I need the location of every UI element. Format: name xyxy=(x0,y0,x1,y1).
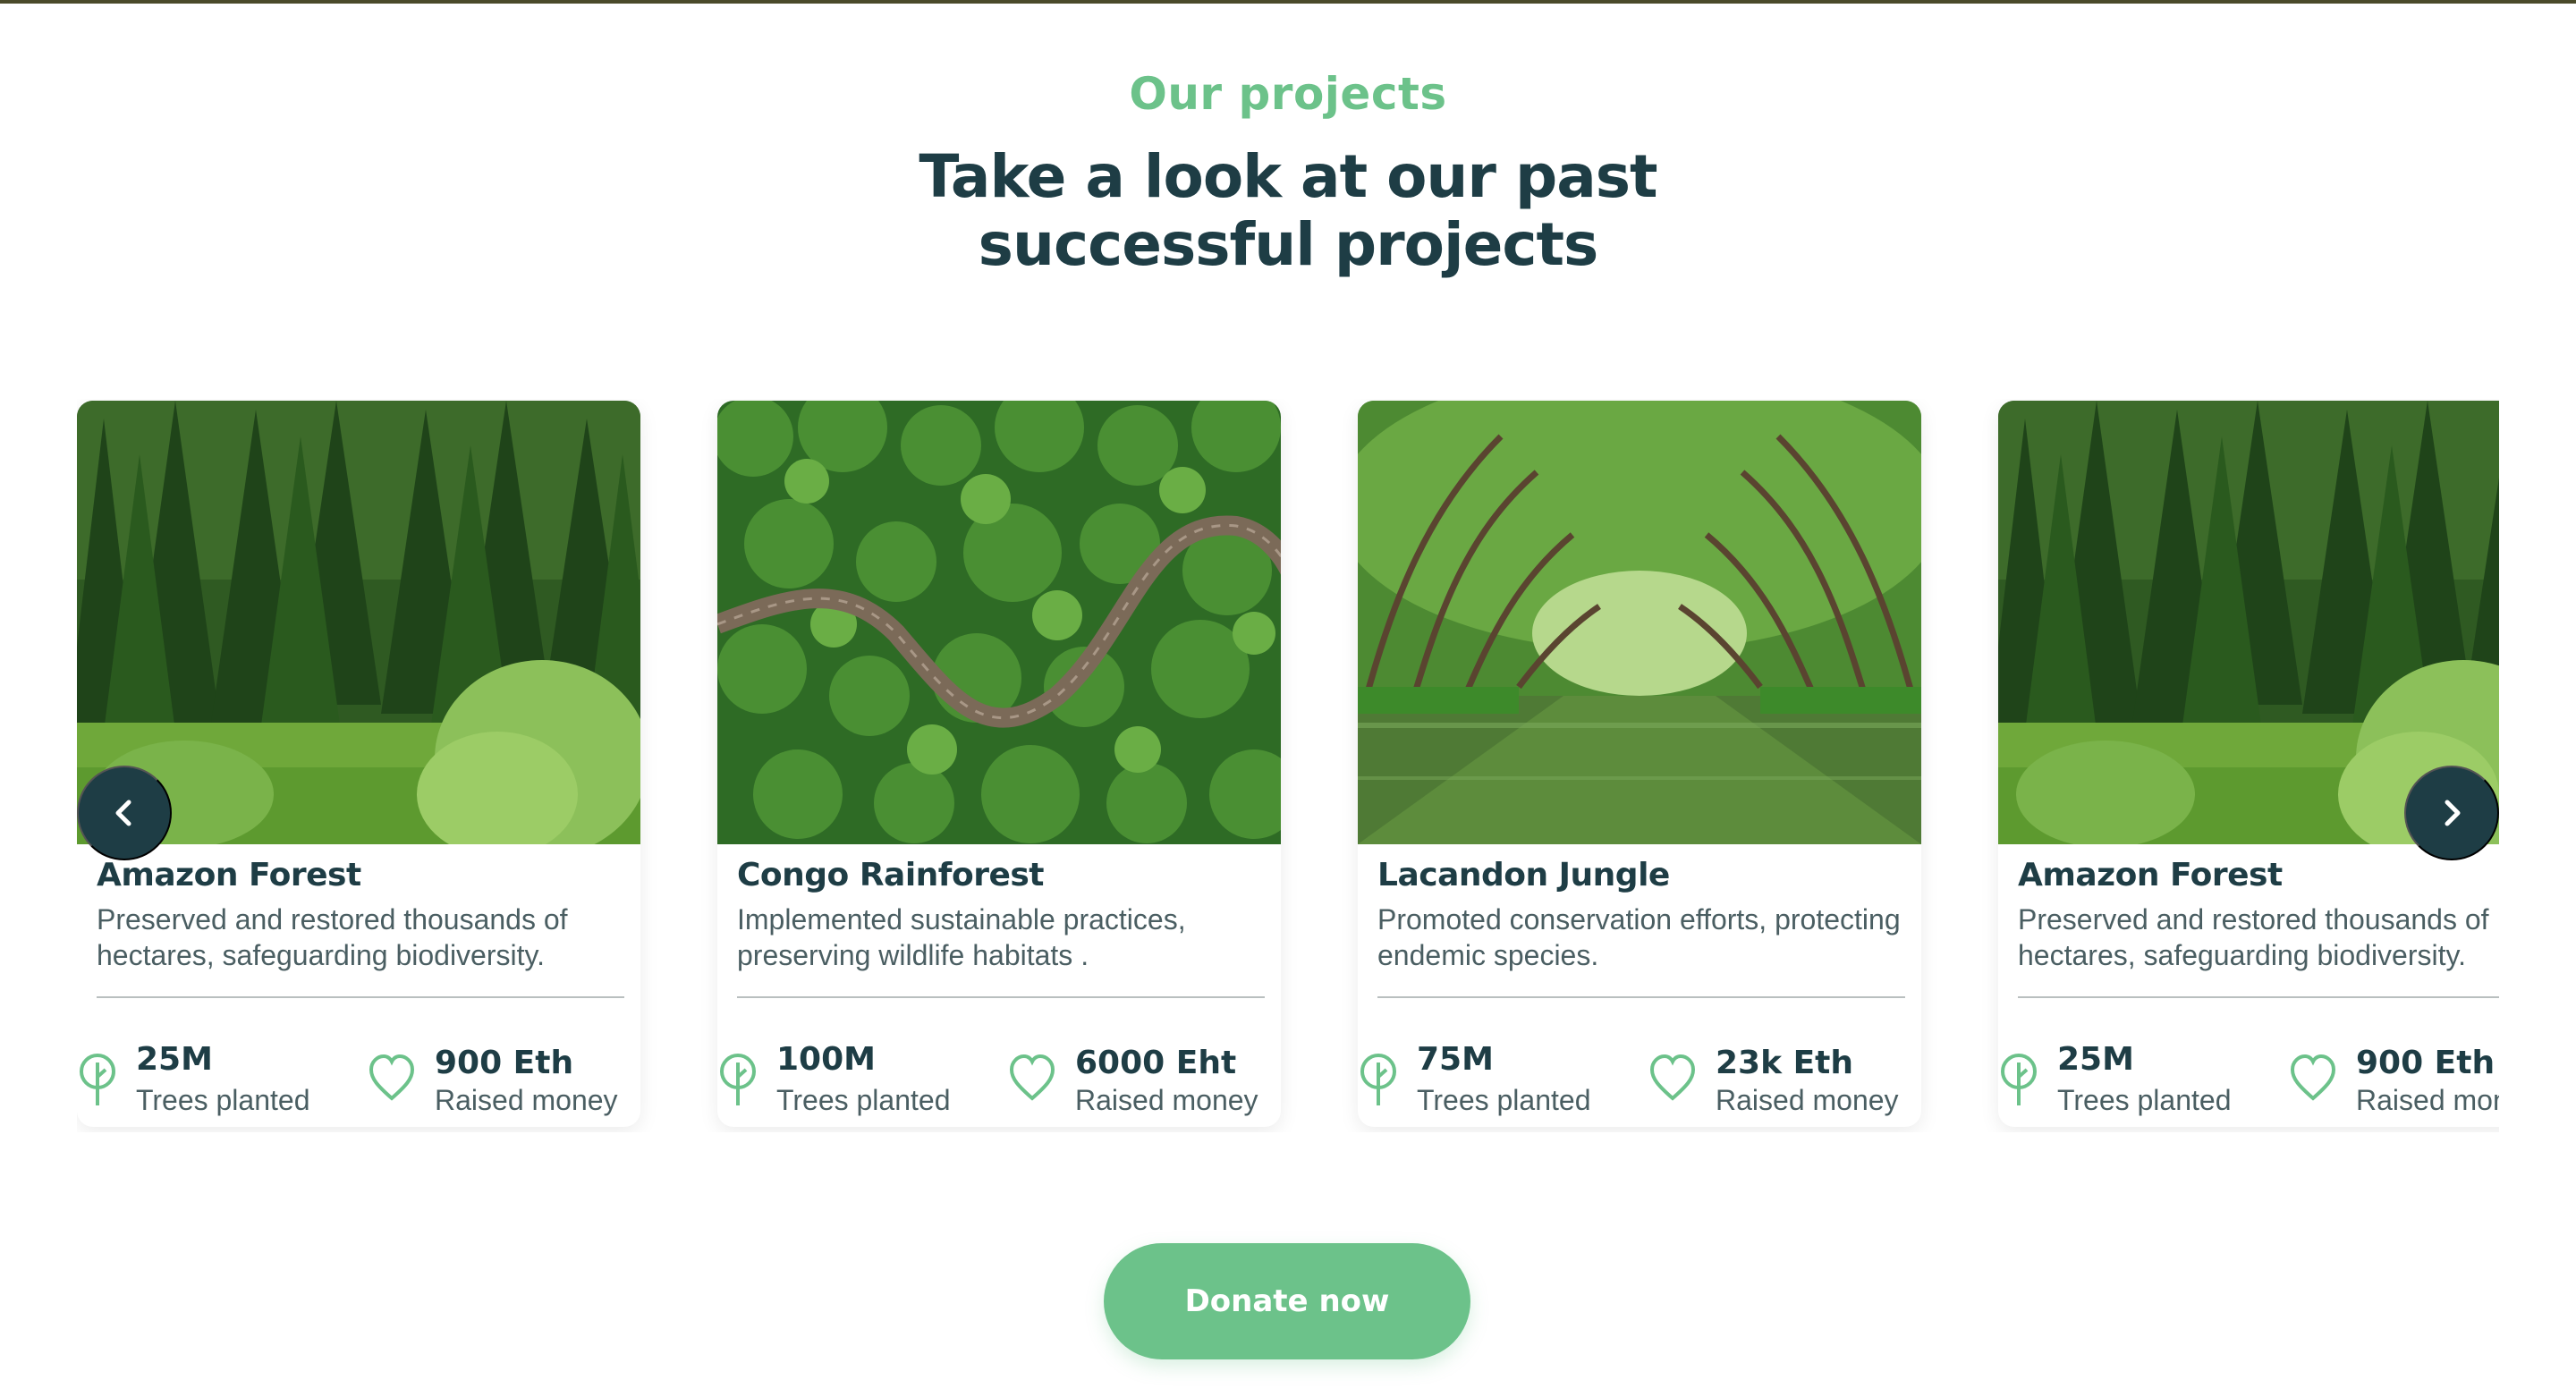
project-image-mangrove-river xyxy=(1358,401,1921,844)
money-value: 900 Eth xyxy=(435,1045,574,1081)
money-stat: 900 Eth Raised money xyxy=(369,1041,637,1122)
trees-value: 25M xyxy=(136,1041,213,1078)
trees-label: Trees planted xyxy=(1417,1084,1591,1116)
heart-icon xyxy=(369,1054,415,1101)
card-divider xyxy=(2018,996,2499,998)
project-card[interactable]: Amazon Forest Preserved and restored tho… xyxy=(1998,401,2499,1127)
card-divider xyxy=(1377,996,1905,998)
project-image-aerial-forest xyxy=(717,401,1281,844)
project-description: Preserved and restored thousands of hect… xyxy=(97,903,568,971)
top-border xyxy=(0,0,2576,4)
money-label: Raised money xyxy=(435,1084,618,1116)
money-value: 6000 Eht xyxy=(1075,1045,1237,1081)
money-label: Raised money xyxy=(1716,1084,1899,1116)
project-description: Promoted conservation efforts, protectin… xyxy=(1377,903,1901,971)
carousel-next-button[interactable] xyxy=(2404,766,2499,860)
projects-carousel: Amazon Forest Preserved and restored tho… xyxy=(77,399,2499,1132)
section-heading-line-2: successful projects xyxy=(978,210,1599,279)
trees-stat: 25M Trees planted xyxy=(77,1041,345,1122)
chevron-right-icon xyxy=(2445,800,2461,826)
project-title: Lacandon Jungle xyxy=(1377,857,1670,893)
section-heading: Take a look at our past successful proje… xyxy=(0,143,2576,279)
trees-label: Trees planted xyxy=(776,1084,951,1116)
carousel-prev-button[interactable] xyxy=(77,766,172,860)
trees-value: 75M xyxy=(1417,1041,1494,1078)
tree-icon xyxy=(2001,1054,2037,1105)
project-title: Amazon Forest xyxy=(2018,857,2283,893)
tree-icon xyxy=(1360,1054,1396,1105)
money-label: Raised money xyxy=(2356,1084,2499,1116)
trees-label: Trees planted xyxy=(136,1084,310,1116)
trees-stat: 25M Trees planted xyxy=(1998,1041,2267,1122)
heart-icon xyxy=(1649,1054,1696,1101)
project-description: Implemented sustainable practices, prese… xyxy=(737,903,1186,971)
project-title: Congo Rainforest xyxy=(737,857,1045,893)
money-label: Raised money xyxy=(1075,1084,1258,1116)
card-divider xyxy=(97,996,624,998)
money-stat: 23k Eth Raised money xyxy=(1649,1041,1918,1122)
heart-icon xyxy=(2290,1054,2336,1101)
tree-icon xyxy=(720,1054,756,1105)
project-card[interactable]: Amazon Forest Preserved and restored tho… xyxy=(77,401,640,1127)
trees-value: 25M xyxy=(2057,1041,2134,1078)
money-stat: 6000 Eht Raised money xyxy=(1009,1041,1277,1122)
project-title: Amazon Forest xyxy=(97,857,361,893)
money-value: 23k Eth xyxy=(1716,1045,1854,1081)
tree-icon xyxy=(80,1054,115,1105)
project-card[interactable]: Congo Rainforest Implemented sustainable… xyxy=(717,401,1281,1127)
money-value: 900 Eth xyxy=(2356,1045,2496,1081)
section-heading-line-1: Take a look at our past xyxy=(919,142,1657,211)
chevron-left-icon xyxy=(115,800,131,826)
trees-stat: 75M Trees planted xyxy=(1358,1041,1626,1122)
heart-icon xyxy=(1009,1054,1055,1101)
project-image-pine-forest xyxy=(77,401,640,844)
project-card[interactable]: Lacandon Jungle Promoted conservation ef… xyxy=(1358,401,1921,1127)
project-description: Preserved and restored thousands of hect… xyxy=(2018,903,2489,971)
money-stat: 900 Eth Raised money xyxy=(2290,1041,2499,1122)
card-divider xyxy=(737,996,1265,998)
section-eyebrow: Our projects xyxy=(1129,68,1447,120)
donate-now-button[interactable]: Donate now xyxy=(1104,1243,1470,1359)
trees-label: Trees planted xyxy=(2057,1084,2232,1116)
trees-value: 100M xyxy=(776,1041,876,1078)
trees-stat: 100M Trees planted xyxy=(717,1041,986,1122)
